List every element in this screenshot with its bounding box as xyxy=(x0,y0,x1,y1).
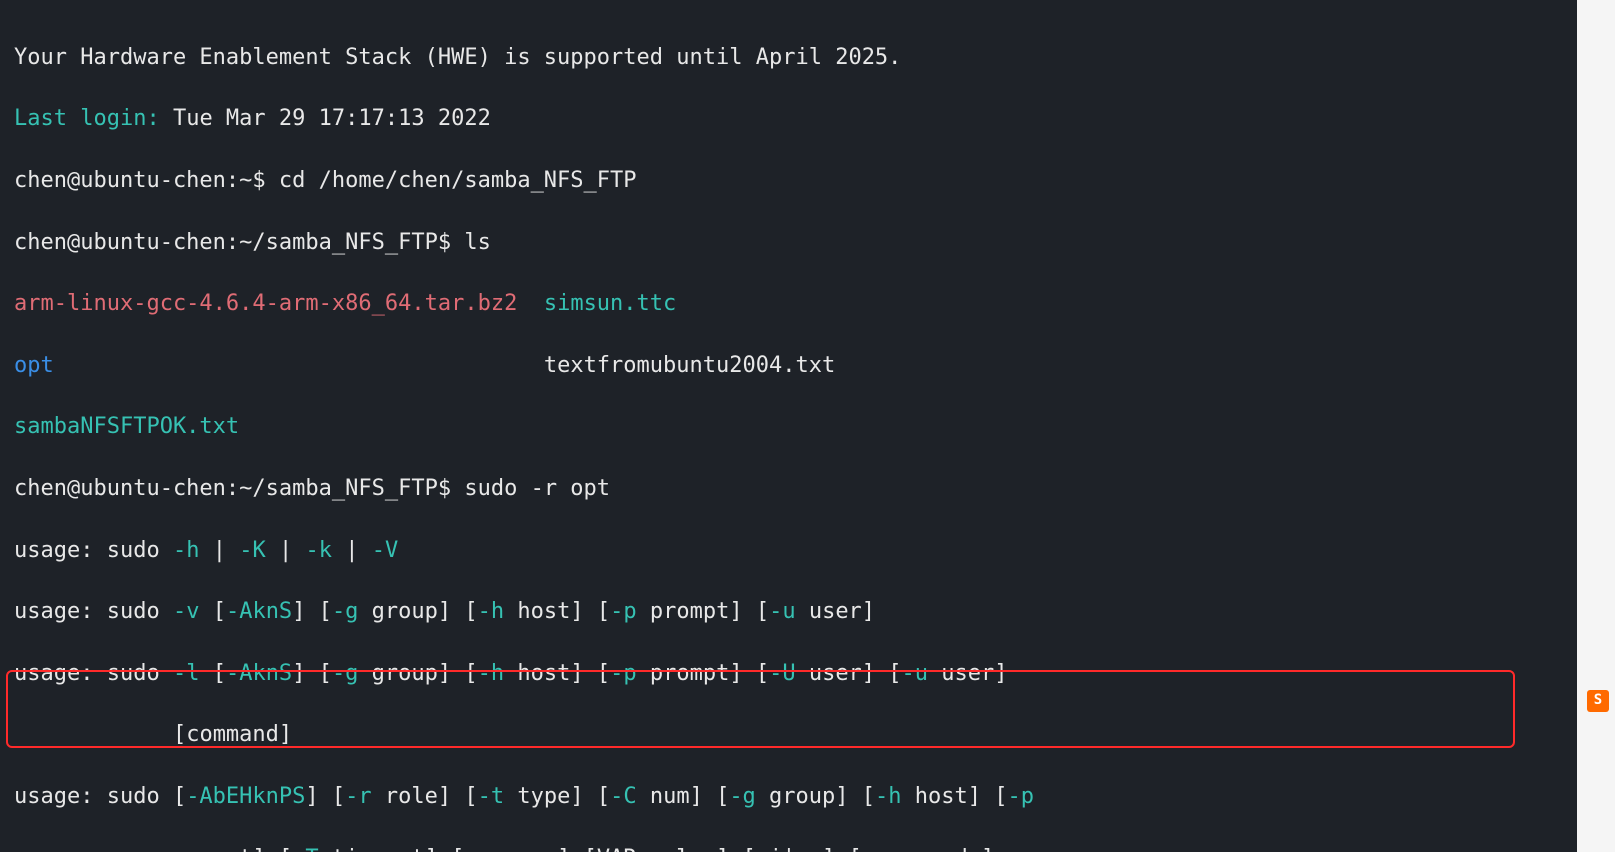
sudo-usage-line: usage: sudo [-AbEHknPS] [-r role] [-t ty… xyxy=(14,782,1601,813)
sudo-usage-line: usage: sudo -v [-AknS] [-g group] [-h ho… xyxy=(14,597,1601,628)
ls-file: textfromubuntu2004.txt xyxy=(544,353,835,378)
last-login-value: Tue Mar 29 17:17:13 2022 xyxy=(160,106,491,131)
ls-directory: opt xyxy=(14,353,54,378)
command-text: cd /home/chen/samba_NFS_FTP xyxy=(279,168,637,193)
ime-badge-label: S xyxy=(1594,691,1602,711)
prompt-path: :~/samba_NFS_FTP$ xyxy=(226,476,464,501)
last-login-line: Last login: Tue Mar 29 17:17:13 2022 xyxy=(14,104,1601,135)
command-text: sudo -r opt xyxy=(464,476,610,501)
sudo-usage-line-cont: prompt] [-T timeout] [-u user] [VAR=valu… xyxy=(14,844,1601,852)
ime-badge-icon[interactable]: S xyxy=(1587,690,1609,712)
last-login-label: Last login: xyxy=(14,106,160,131)
prompt-line-1: chen@ubuntu-chen:~$ cd /home/chen/samba_… xyxy=(14,166,1601,197)
gap xyxy=(54,353,544,378)
sudo-usage-line-cont: [command] xyxy=(14,720,1601,751)
sudo-usage-line: usage: sudo -h | -K | -k | -V xyxy=(14,536,1601,567)
prompt-path: :~$ xyxy=(226,168,279,193)
prompt-user: chen@ubuntu-chen xyxy=(14,230,226,255)
ls-file: sambaNFSFTPOK.txt xyxy=(14,414,239,439)
prompt-path: :~/samba_NFS_FTP$ xyxy=(226,230,464,255)
prompt-user: chen@ubuntu-chen xyxy=(14,476,226,501)
sudo-usage-line: usage: sudo -l [-AknS] [-g group] [-h ho… xyxy=(14,659,1601,690)
motd-line: Your Hardware Enablement Stack (HWE) is … xyxy=(14,43,1601,74)
ls-file: simsun.ttc xyxy=(544,291,676,316)
gap xyxy=(517,291,544,316)
command-text: ls xyxy=(464,230,491,255)
ls-output-line-1: arm-linux-gcc-4.6.4-arm-x86_64.tar.bz2 s… xyxy=(14,289,1601,320)
terminal-output[interactable]: Your Hardware Enablement Stack (HWE) is … xyxy=(0,0,1615,852)
scrollbar-gutter[interactable]: S xyxy=(1577,0,1615,852)
ls-output-line-3: sambaNFSFTPOK.txt xyxy=(14,412,1601,443)
ls-output-line-2: opt textfromubuntu2004.txt xyxy=(14,351,1601,382)
ls-archive-file: arm-linux-gcc-4.6.4-arm-x86_64.tar.bz2 xyxy=(14,291,517,316)
prompt-user: chen@ubuntu-chen xyxy=(14,168,226,193)
prompt-line-2: chen@ubuntu-chen:~/samba_NFS_FTP$ ls xyxy=(14,228,1601,259)
prompt-line-3: chen@ubuntu-chen:~/samba_NFS_FTP$ sudo -… xyxy=(14,474,1601,505)
